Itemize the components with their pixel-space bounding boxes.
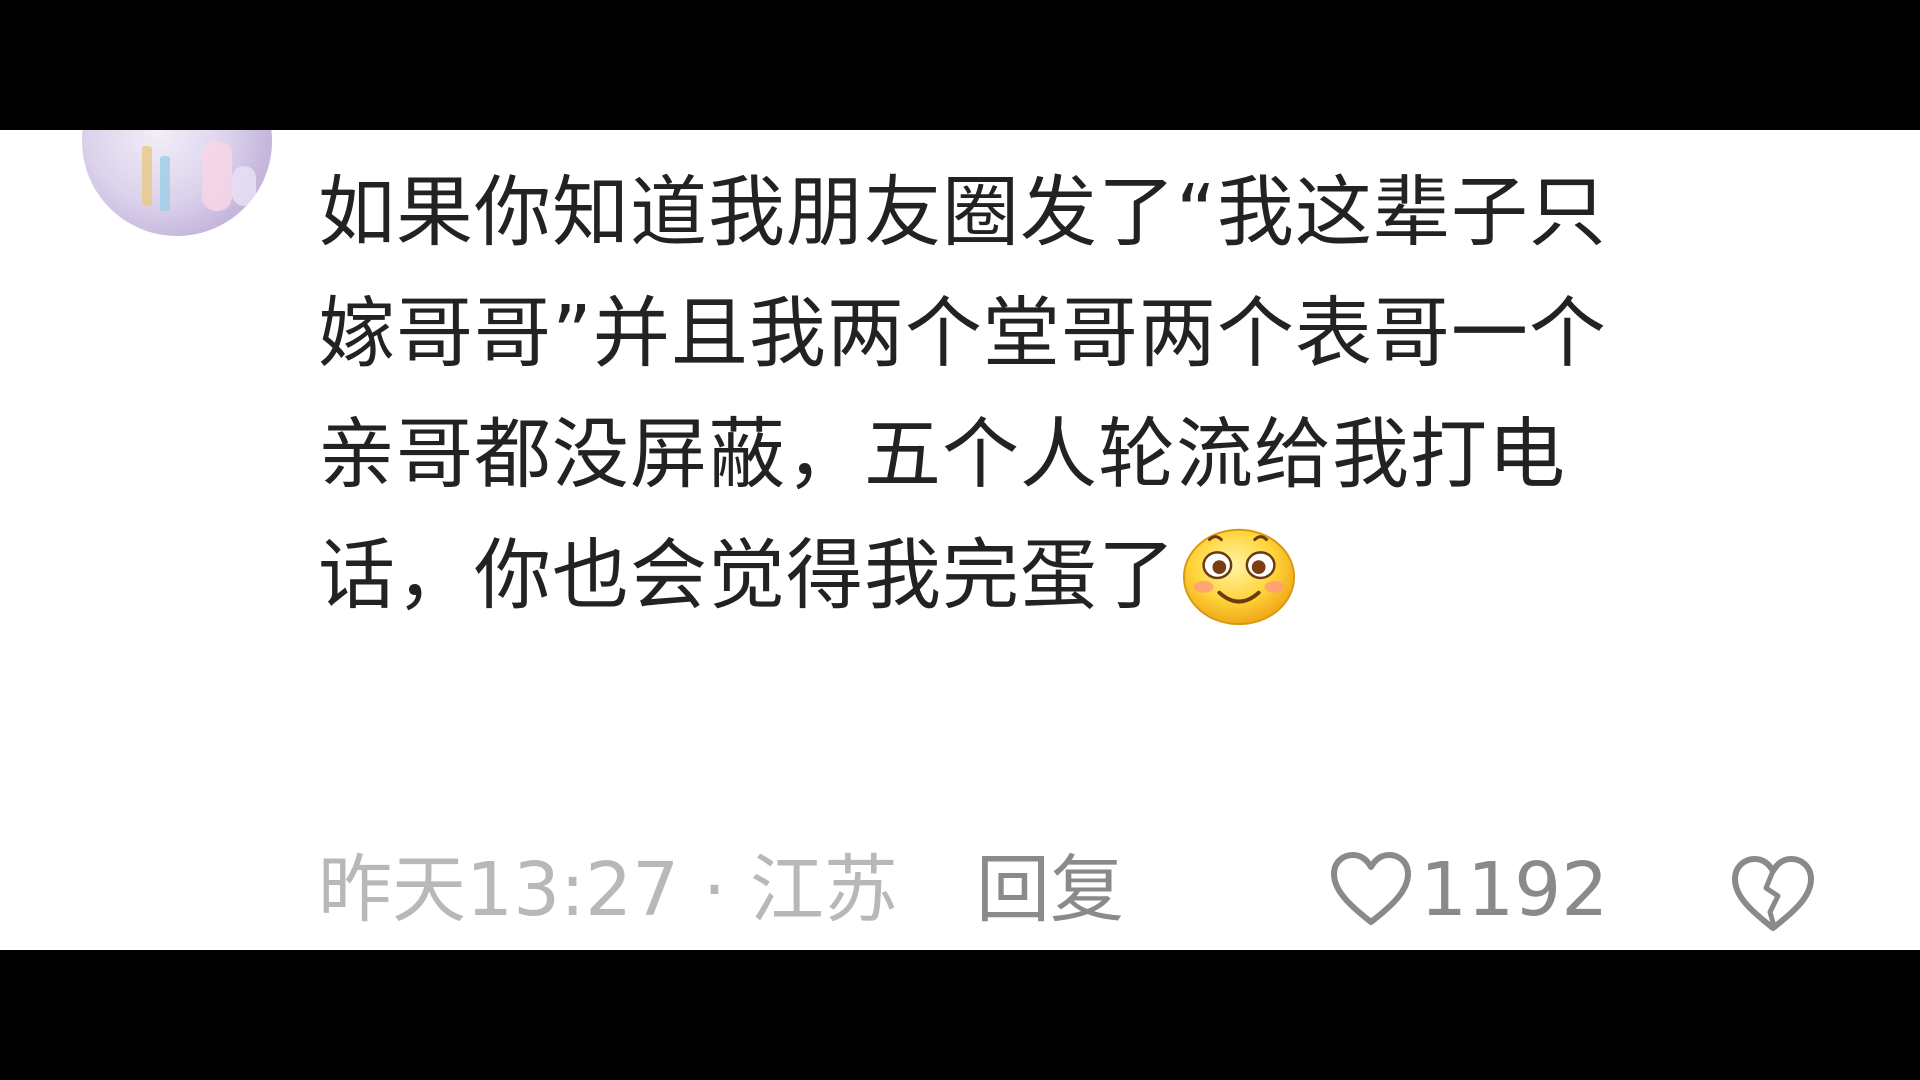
avatar[interactable] xyxy=(82,130,272,236)
avatar-art xyxy=(142,146,152,206)
reply-button[interactable]: 回复 xyxy=(976,840,1124,940)
letterbox-bottom xyxy=(0,950,1920,1080)
avatar-art xyxy=(160,156,170,211)
dislike-button[interactable] xyxy=(1728,854,1818,934)
broken-heart-icon xyxy=(1732,856,1814,931)
blushing-smile-emoji-icon xyxy=(1182,528,1296,626)
comment-line: 话，你也会觉得我完蛋了 xyxy=(318,532,1176,621)
comment-card: 如果你知道我朋友圈发了“我这辈子只 嫁哥哥”并且我两个堂哥两个表哥一个 亲哥都没… xyxy=(0,130,1920,950)
like-count: 1192 xyxy=(1420,847,1609,933)
letterbox-top xyxy=(0,0,1920,130)
comment-text: 如果你知道我朋友圈发了“我这辈子只 嫁哥哥”并且我两个堂哥两个表哥一个 亲哥都没… xyxy=(318,168,1818,662)
comment-line-last: 话，你也会觉得我完蛋了 xyxy=(318,491,1818,662)
comment-meta: 昨天13:27 · 江苏 回复 1192 xyxy=(318,840,1818,940)
video-frame: 如果你知道我朋友圈发了“我这辈子只 嫁哥哥”并且我两个堂哥两个表哥一个 亲哥都没… xyxy=(0,0,1920,1080)
heart-outline-icon xyxy=(1331,852,1411,925)
timestamp-location: 昨天13:27 · 江苏 xyxy=(318,847,898,933)
avatar-art xyxy=(232,166,256,206)
avatar-art xyxy=(202,141,232,211)
like-button[interactable]: 1192 xyxy=(1328,840,1608,940)
